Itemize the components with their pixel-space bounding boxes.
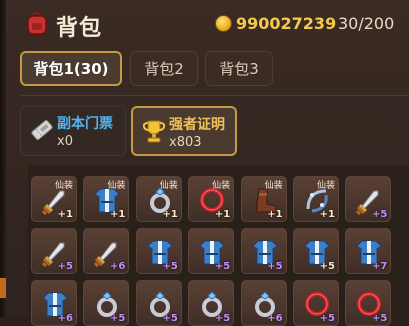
inventory-slot[interactable]: 仙装 +1 [83,176,130,222]
inventory-slot[interactable]: 仙装 +1 [188,176,235,222]
category-proof-of-strength[interactable]: 强者证明 x803 [131,106,237,156]
inventory-slot[interactable]: +5 [188,280,235,326]
enhance-level: +5 [162,313,178,324]
divider [20,95,409,96]
enhance-level: +6 [57,313,73,324]
page-title: 背包 [56,16,103,41]
enhance-level: +5 [214,261,231,272]
inventory-slot[interactable]: +5 [83,280,130,326]
inventory-slot[interactable]: +5 [345,176,392,222]
enhance-level: +5 [162,261,178,272]
inventory-slot[interactable]: +5 [293,280,339,326]
immortal-gear-tag: 仙装 [54,181,73,191]
inventory-slot[interactable]: +5 [188,228,235,274]
enhance-level: +6 [267,313,283,324]
tab-backpack-1[interactable]: 背包1(30) [20,51,122,86]
enhance-level: +5 [57,261,73,272]
inventory-slot[interactable]: 仙装 +1 [135,176,182,222]
category-name: 副本门票 [57,116,113,132]
immortal-gear-tag: 仙装 [107,181,126,191]
category-name: 强者证明 [169,117,225,133]
enhance-level: +5 [319,313,335,324]
enhance-level: +5 [319,261,335,272]
inventory-slot[interactable]: +6 [240,280,287,326]
inventory-slot[interactable]: 仙装 +1 [293,176,339,222]
immortal-gear-tag: 仙装 [159,181,178,191]
enhance-level: +1 [214,209,231,220]
coin-icon [215,15,232,32]
enhance-level: +5 [214,313,231,324]
inventory-slot[interactable]: +6 [83,228,130,274]
category-count: x0 [57,134,73,149]
tab-backpack-2[interactable]: 背包2 [130,51,198,86]
enhance-level: +1 [162,209,178,220]
tab-backpack-3[interactable]: 背包3 [205,51,273,86]
category-dungeon-ticket[interactable]: 副本门票 x0 [20,106,126,156]
enhance-level: +1 [319,209,335,220]
inventory-slot[interactable]: +7 [345,228,392,274]
inventory-slot[interactable]: 仙装 +1 [31,176,77,222]
enhance-level: +6 [110,261,126,272]
trophy-icon [142,120,166,143]
immortal-gear-tag: 仙装 [264,181,283,191]
bag-capacity: 30/200 [338,14,395,33]
immortal-gear-tag: 仙装 [212,181,231,191]
inventory-slot[interactable]: +5 [31,228,77,274]
inventory-slot[interactable]: +6 [31,280,77,326]
category-count: x803 [169,135,202,150]
enhance-level: +1 [267,209,283,220]
immortal-gear-tag: 仙装 [316,181,335,191]
ticket-icon [31,120,53,140]
enhance-level: +1 [110,209,126,220]
inventory-slot[interactable]: +5 [345,280,392,326]
backpack-icon [27,12,47,35]
header: 背包 990027239 30/200 [20,8,409,41]
coin-amount: 990027239 [236,14,337,33]
inventory-slot[interactable]: +5 [293,228,339,274]
inventory-slot[interactable]: +5 [135,228,182,274]
enhance-level: +5 [110,313,126,324]
enhance-level: +1 [57,209,73,220]
enhance-level: +5 [267,261,283,272]
inventory-slot[interactable]: +5 [135,280,182,326]
inventory-slot[interactable]: +5 [240,228,287,274]
backpack-panel: 背包 990027239 30/200 背包1(30) 背包2 背包3 副本门票… [6,0,409,326]
enhance-level: +7 [372,261,388,272]
inventory-slot[interactable]: 仙装 +1 [240,176,287,222]
enhance-level: +5 [372,209,388,220]
enhance-level: +5 [372,313,388,324]
